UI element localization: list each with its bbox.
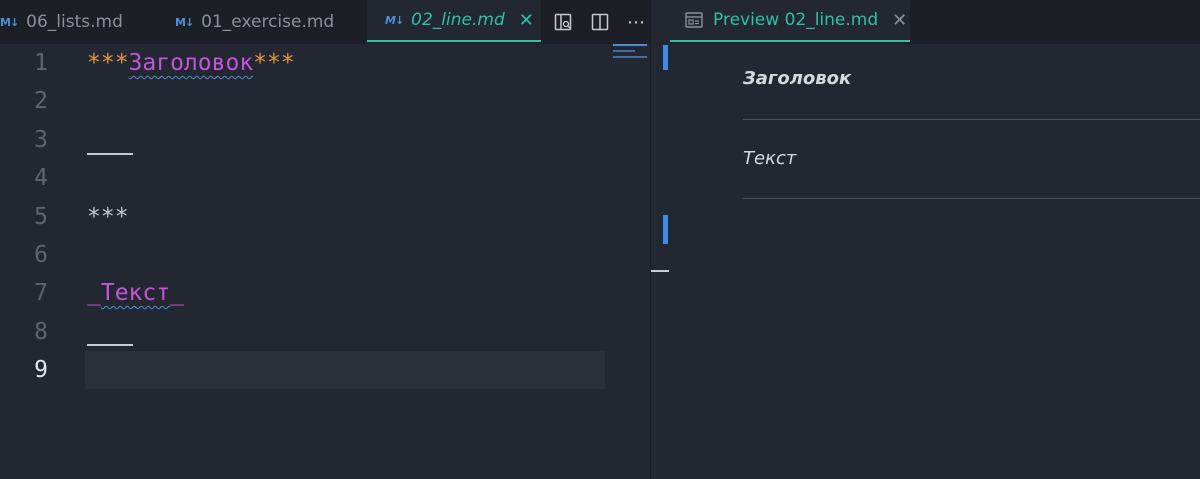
scroll-position-marker xyxy=(651,270,669,272)
split-editor-icon[interactable] xyxy=(585,0,615,44)
line-number: 7 xyxy=(34,280,48,306)
tab-01-exercise[interactable]: M↓ 01_exercise.md xyxy=(175,0,365,44)
line-number: 5 xyxy=(34,204,48,230)
markdown-preview: Заголовок Текст xyxy=(669,44,1200,479)
markdown-icon: M↓ xyxy=(175,15,194,29)
close-icon[interactable]: ✕ xyxy=(519,10,534,31)
code-line-1: ***Заголовок*** xyxy=(87,44,295,82)
line-number: 6 xyxy=(34,242,48,268)
minimap-line xyxy=(613,50,635,52)
code-line-5: *** xyxy=(87,204,129,230)
open-preview-to-side-icon[interactable] xyxy=(548,0,578,44)
code-line-7: _Текст_ xyxy=(87,274,184,312)
code-line-8-rule xyxy=(87,344,133,346)
heading-word: Заголовок xyxy=(128,50,254,76)
preview-text: Текст xyxy=(743,148,797,169)
tab-02-line[interactable]: M↓ 02_line.md ✕ xyxy=(367,0,541,42)
tab-preview-02-line[interactable]: Preview 02_line.md ✕ xyxy=(669,0,910,42)
overview-ruler-mark xyxy=(663,45,668,70)
italic-word: Текст xyxy=(100,280,171,306)
preview-icon xyxy=(685,12,703,28)
bold-italic-marker: *** xyxy=(253,50,295,76)
preview-tab-bar: Preview 02_line.md ✕ xyxy=(669,0,1200,44)
current-line-highlight xyxy=(85,351,605,389)
line-number: 3 xyxy=(34,127,48,153)
line-number: 2 xyxy=(34,88,48,114)
tab-label: 01_exercise.md xyxy=(201,12,335,32)
line-number: 8 xyxy=(34,319,48,345)
markdown-icon: M↓ xyxy=(0,15,19,29)
minimap-line xyxy=(613,56,647,58)
preview-horizontal-rule xyxy=(743,119,1200,120)
tab-label: 06_lists.md xyxy=(26,12,123,32)
line-number: 4 xyxy=(34,165,48,191)
italic-marker: _ xyxy=(87,280,101,306)
minimap-line xyxy=(613,44,647,46)
code-line-3-rule xyxy=(87,153,133,155)
more-actions-icon[interactable]: ⋯ xyxy=(621,0,651,44)
italic-marker: _ xyxy=(170,280,184,306)
code-editor[interactable]: 1 2 3 4 5 6 7 8 9 ***Заголовок*** *** _Т… xyxy=(0,44,650,479)
markdown-icon: M↓ xyxy=(385,13,404,27)
preview-horizontal-rule xyxy=(743,198,1200,199)
line-number-current: 9 xyxy=(34,357,48,383)
overview-ruler-mark xyxy=(663,215,668,244)
tab-label: Preview 02_line.md xyxy=(713,10,879,30)
line-number: 1 xyxy=(34,50,48,76)
tab-label: 02_line.md xyxy=(411,10,505,30)
preview-heading: Заголовок xyxy=(743,68,852,89)
close-icon[interactable]: ✕ xyxy=(892,10,907,31)
editor-tab-bar: M↓ 06_lists.md M↓ 01_exercise.md M↓ 02_l… xyxy=(0,0,650,44)
bold-italic-marker: *** xyxy=(87,50,129,76)
tab-06-lists[interactable]: M↓ 06_lists.md xyxy=(0,0,150,44)
